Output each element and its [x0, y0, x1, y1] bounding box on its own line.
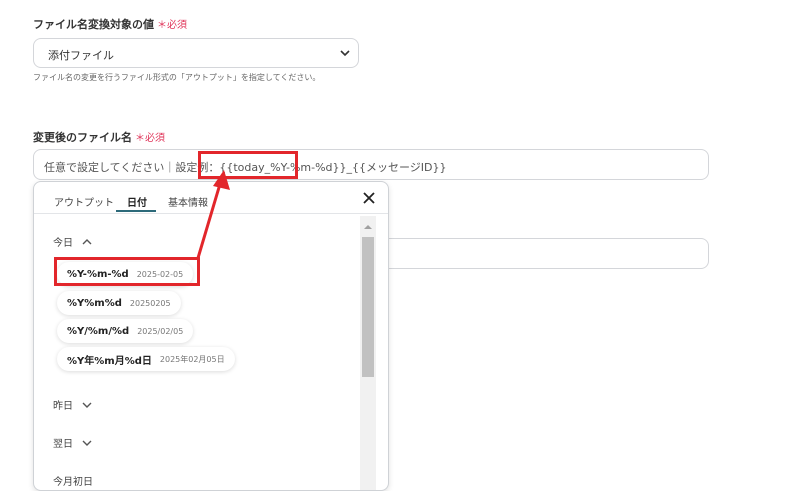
scroll-up-arrow-icon[interactable] [362, 222, 374, 232]
tab-output[interactable]: アウトプット [54, 194, 114, 209]
format-chip-ymd-slash[interactable]: %Y/%m/%d 2025/02/05 [57, 319, 194, 343]
field-help-text: ファイル名の変更を行うファイル形式の「アウトプット」を指定してください。 [33, 73, 321, 82]
chevron-down-icon [82, 440, 92, 446]
section-next-day[interactable]: 翌日 [53, 435, 92, 450]
active-tab-indicator [116, 210, 156, 212]
format-chip-ymd-plain[interactable]: %Y%m%d 20250205 [57, 291, 181, 315]
format-chip-ymd-kanji[interactable]: %Y年%m月%d日 2025年02月05日 [57, 347, 235, 371]
field-label-text: ファイル名変換対象の値 [33, 18, 154, 31]
format-example: 2025年02月05日 [159, 354, 225, 364]
required-mark: ＊必須 [157, 20, 187, 31]
message-id-token: _{{メッセージID}} [346, 161, 447, 174]
select-value: 添付ファイル [48, 49, 114, 62]
section-month-start[interactable]: 今月初日 [53, 473, 93, 488]
format-pattern: %Y/%m/%d [67, 325, 130, 337]
format-example: 20250205 [129, 298, 171, 308]
tab-date[interactable]: 日付 [127, 194, 147, 209]
chevron-up-icon [82, 239, 92, 245]
format-pattern: %Y年%m月%d日 [67, 355, 152, 367]
format-example: 2025/02/05 [137, 326, 184, 336]
section-next-day-label: 翌日 [53, 439, 73, 450]
target-value-select[interactable]: 添付ファイル [33, 38, 359, 68]
section-yesterday-label: 昨日 [53, 401, 73, 412]
scrollbar-thumb[interactable] [362, 237, 374, 377]
new-filename-input[interactable]: 任意で設定してください｜設定例：{{today_%Y-%m-%d}}_{{メッセ… [33, 149, 709, 180]
chevron-down-icon [82, 402, 92, 408]
section-yesterday[interactable]: 昨日 [53, 397, 92, 412]
annotation-arrow-icon [196, 170, 230, 259]
field-label-target-value: ファイル名変換対象の値 ＊必須 [33, 16, 187, 32]
section-today-label: 今日 [53, 238, 73, 249]
field-label-text: 変更後のファイル名 [33, 131, 132, 144]
close-icon[interactable] [361, 190, 377, 206]
field-label-new-filename: 変更後のファイル名 ＊必須 [33, 129, 165, 145]
chevron-down-icon [340, 50, 350, 57]
section-today[interactable]: 今日 [53, 234, 92, 249]
required-mark: ＊必須 [135, 133, 165, 144]
hidden-field-input[interactable] [360, 238, 709, 269]
format-pattern: %Y%m%d [67, 297, 122, 309]
annotation-highlight-format [54, 257, 200, 286]
